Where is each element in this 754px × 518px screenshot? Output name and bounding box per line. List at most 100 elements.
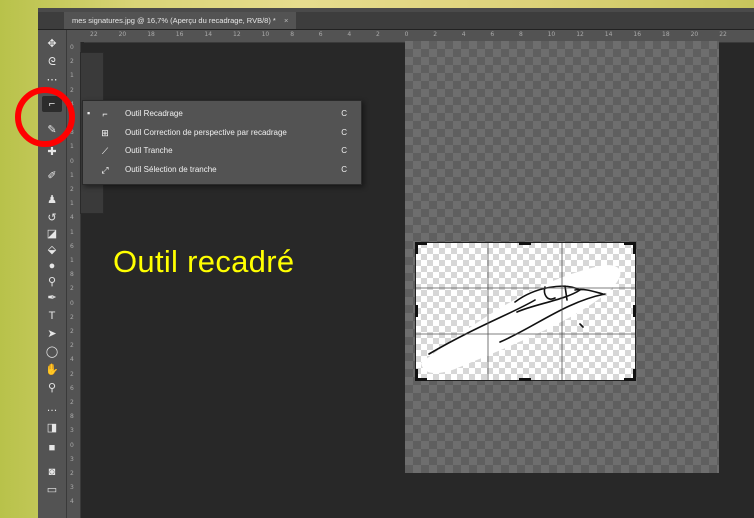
ruler-tick-label: 4 — [461, 31, 466, 38]
flyout-menu-item[interactable]: ⟋ Outil Tranche C — [83, 142, 361, 160]
ruler-tick-label: 12 — [233, 31, 241, 38]
type-tool-icon[interactable]: T — [42, 308, 62, 324]
ruler-tick-label: 8 — [70, 271, 74, 279]
ruler-tick-label: 3 — [70, 455, 74, 463]
ruler-tick-label: 22 — [90, 31, 98, 38]
ruler-tick-label: 2 — [70, 470, 74, 477]
crop-preview-area[interactable] — [415, 242, 636, 381]
crop-handle-top[interactable] — [519, 242, 531, 245]
ruler-tick-label: 16 — [633, 31, 642, 38]
clone-stamp-tool-icon[interactable]: ♟ — [42, 192, 62, 208]
dodge-tool-icon[interactable]: ⚲ — [42, 274, 62, 290]
flyout-item-label: Outil Recadrage — [125, 109, 183, 118]
quick-mask-mode-tool-icon[interactable]: ◙ — [42, 464, 62, 480]
blur-tool-icon[interactable]: ● — [42, 258, 62, 274]
ruler-tick-label: 3 — [70, 484, 74, 492]
ruler-tick-label: 2 — [433, 31, 438, 38]
lasso-tool-icon[interactable]: ᘓ — [42, 54, 62, 70]
ruler-tick-label: 6 — [490, 31, 495, 38]
ruler-tick-label: 6 — [318, 31, 323, 38]
ruler-tick-label: 20 — [118, 31, 127, 38]
flyout-item-label: Outil Correction de perspective par reca… — [125, 127, 287, 137]
ruler-tick-label: 16 — [175, 31, 184, 38]
ruler-tick-label: 2 — [70, 58, 74, 66]
pen-tool-icon[interactable]: ✒ — [42, 290, 62, 306]
path-selection-tool-icon[interactable]: ➤ — [42, 326, 62, 342]
ruler-tick-label: 3 — [70, 427, 74, 435]
crop-handle-bottom[interactable] — [519, 378, 531, 381]
ruler-tick-label: 22 — [719, 31, 727, 38]
slice-select-icon: ⤢ — [101, 164, 109, 175]
ruler-tick-label: 1 — [70, 143, 74, 151]
ruler-tick-label: 8 — [70, 413, 74, 421]
ruler-tick-label: 8 — [290, 31, 295, 38]
ruler-tick-label: 2 — [70, 285, 74, 293]
crop-icon: ⌐ — [102, 109, 108, 119]
shortcut-key: C — [341, 146, 347, 155]
crop-handle-top-left[interactable] — [415, 242, 427, 254]
highlight-circle-annotation — [15, 87, 75, 147]
document-tab-title: mes signatures.jpg @ 16,7% (Aperçu du re… — [72, 16, 276, 25]
selected-indicator-icon: ▪ — [87, 108, 91, 118]
ruler-tick-label: 2 — [376, 31, 380, 38]
perspective-crop-icon: ⊞ — [101, 127, 109, 138]
ruler-tick-label: 2 — [70, 370, 74, 378]
color-swatches-tool-icon[interactable]: ■ — [42, 440, 62, 456]
ruler-tick-label: 0 — [70, 299, 74, 307]
mores-tool-icon[interactable]: … — [42, 400, 62, 416]
slice-icon: ⟋ — [101, 146, 109, 156]
ruler-tick-label: 18 — [147, 31, 155, 38]
zoom-tool-icon[interactable]: ⚲ — [42, 380, 62, 396]
ruler-tick-label: 12 — [576, 31, 584, 38]
quick-selection-tool-icon[interactable]: ⋯ — [42, 72, 62, 88]
flyout-menu-item[interactable]: ⊞ Outil Correction de perspective par rec… — [83, 124, 361, 142]
ruler-tick-label: 14 — [204, 31, 213, 38]
ruler-tick-label: 1 — [70, 228, 74, 236]
ruler-tick-label: 1 — [70, 171, 74, 179]
flyout-item-label: Outil Sélection de tranche — [125, 164, 217, 174]
flyout-menu-item[interactable]: ▪ ⌐ Outil Recadrage C — [83, 105, 361, 123]
ruler-tick-label: 4 — [70, 356, 74, 364]
move-tool-icon[interactable]: ✥ — [42, 36, 62, 52]
ruler-tick-label: 0 — [70, 157, 74, 165]
crop-handle-left[interactable] — [415, 305, 418, 317]
ruler-tick-label: 2 — [70, 313, 74, 321]
ruler-tick-label: 10 — [547, 31, 556, 38]
shortcut-key: C — [341, 127, 347, 137]
annotation-label: Outil recadré — [113, 244, 295, 279]
ruler-tick-label: 1 — [70, 200, 74, 208]
ruler-corner — [67, 30, 84, 42]
default-colors-tool-icon[interactable]: ◨ — [42, 420, 62, 436]
eraser-tool-icon[interactable]: ◪ — [42, 226, 62, 242]
crop-handle-bottom-left[interactable] — [415, 369, 427, 381]
ruler-tick-label: 2 — [70, 399, 74, 406]
paint-bucket-tool-icon[interactable]: ⬙ — [42, 242, 62, 258]
document-tab[interactable]: mes signatures.jpg @ 16,7% (Aperçu du re… — [64, 12, 297, 29]
hand-tool-icon[interactable]: ✋ — [42, 362, 62, 378]
ruler-tick-label: 2 — [70, 328, 74, 335]
crop-handle-bottom-right[interactable] — [624, 369, 636, 381]
screen-mode-tool-icon[interactable]: ▭ — [42, 482, 62, 498]
ruler-tick-label: 8 — [519, 31, 523, 38]
ellipse-tool-icon[interactable]: ◯ — [42, 344, 62, 360]
ruler-tick-label: 0 — [404, 31, 409, 38]
ruler-tick-label: 2 — [70, 186, 74, 193]
ruler-tick-label: 0 — [70, 441, 74, 449]
ruler-tick-label: 18 — [662, 31, 670, 38]
ruler-tick-label: 6 — [70, 242, 74, 250]
ruler-tick-label: 0 — [70, 44, 74, 51]
flyout-menu-item[interactable]: ⤢ Outil Sélection de tranche C — [83, 161, 361, 179]
ruler-tick-label: 10 — [261, 31, 270, 38]
ruler-tick-label: 4 — [70, 498, 74, 506]
ruler-tick-label: 4 — [347, 31, 352, 38]
crop-handle-top-right[interactable] — [624, 242, 636, 254]
close-tab-icon[interactable]: × — [284, 16, 288, 25]
crop-handle-right[interactable] — [633, 305, 636, 317]
flyout-item-label: Outil Tranche — [125, 146, 173, 155]
history-brush-tool-icon[interactable]: ↺ — [42, 210, 62, 226]
ruler-tick-label: 6 — [70, 384, 74, 392]
ruler-tick-label: 2 — [70, 342, 74, 350]
ruler-tick-label: 1 — [70, 257, 74, 264]
brush-tool-icon[interactable]: ✐ — [42, 168, 62, 184]
ruler-tick-label: 14 — [604, 31, 613, 38]
